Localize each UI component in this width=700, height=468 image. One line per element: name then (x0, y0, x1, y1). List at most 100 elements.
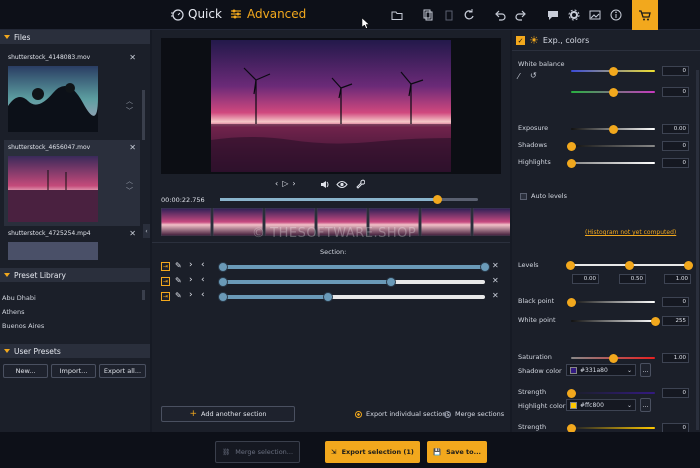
redo-icon[interactable] (514, 8, 528, 22)
wrench-icon[interactable] (355, 179, 365, 189)
strength1-slider[interactable] (567, 388, 655, 398)
file-item-selected[interactable]: shutterstock_4656047.mov ✕ ︿ ﹀ (4, 140, 140, 226)
slider-handle[interactable] (609, 124, 618, 134)
chat-icon[interactable] (546, 8, 560, 22)
shadow-color-more-button[interactable]: ... (640, 363, 651, 377)
chevron-down-icon[interactable]: ﹀ (126, 186, 133, 196)
white-point-value[interactable]: 255 (662, 316, 689, 326)
advanced-mode-tab[interactable]: Advanced (229, 7, 306, 21)
filmstrip-frame[interactable] (472, 208, 510, 236)
highlights-value[interactable]: 0 (662, 158, 689, 168)
black-point-value[interactable]: 0 (662, 297, 689, 307)
white-point-slider[interactable] (571, 316, 660, 326)
import-preset-button[interactable]: Import... (51, 364, 96, 378)
auto-levels-checkbox[interactable]: Auto levels (520, 192, 567, 200)
chevron-right-icon[interactable]: › (189, 290, 193, 300)
folder-icon[interactable] (390, 8, 404, 22)
timeline-handle[interactable] (432, 195, 442, 204)
undo-icon[interactable] (493, 8, 507, 22)
wb1-slider[interactable] (571, 66, 655, 76)
wb2-value[interactable]: 0 (662, 87, 689, 97)
chevron-left-icon[interactable]: ‹ (201, 275, 205, 285)
slider-handle[interactable] (567, 158, 576, 168)
image-icon[interactable] (588, 8, 602, 22)
levels-mid-handle[interactable] (625, 260, 634, 270)
export-all-button[interactable]: Export all... (99, 364, 146, 378)
section-start-handle[interactable] (218, 277, 228, 287)
strength2-slider[interactable] (567, 423, 655, 433)
preset-item[interactable]: Athens (2, 308, 25, 316)
levels-input-low[interactable]: 0.00 (572, 274, 599, 284)
black-point-slider[interactable] (567, 297, 655, 307)
quick-mode-tab[interactable]: Quick (170, 7, 222, 21)
wb1-value[interactable]: 0 (662, 66, 689, 76)
slider-handle[interactable] (609, 66, 618, 76)
close-icon[interactable]: ✕ (492, 291, 499, 300)
slider-handle[interactable] (567, 141, 576, 151)
highlight-color-more-button[interactable]: ... (640, 398, 651, 412)
cart-button[interactable] (632, 0, 658, 30)
shadows-value[interactable]: 0 (662, 141, 689, 151)
section-end-handle[interactable] (385, 277, 396, 287)
chevron-left-icon[interactable]: ‹ (201, 290, 205, 300)
pencil-icon[interactable]: ✎ (175, 261, 182, 270)
levels-input-high[interactable]: 1.00 (664, 274, 691, 284)
shadows-slider[interactable] (567, 141, 655, 151)
levels-input-mid[interactable]: 0.50 (619, 274, 646, 284)
filmstrip-frame[interactable] (161, 208, 212, 236)
slider-handle[interactable] (651, 316, 660, 326)
merge-selection-button[interactable]: ⛓ Merge selection... (215, 441, 300, 463)
scrollbar[interactable] (142, 90, 145, 140)
reset-icon[interactable] (462, 8, 476, 22)
preset-item[interactable]: Abu Dhabi (2, 294, 36, 302)
file-item[interactable]: shutterstock_4148083.mov ✕ ︿ ﹀ (4, 50, 140, 136)
volume-icon[interactable] (320, 180, 330, 189)
strength1-value[interactable]: 0 (662, 388, 689, 398)
chevron-left-icon[interactable]: ‹ (201, 260, 205, 270)
slider-handle[interactable] (609, 353, 618, 363)
filmstrip-frame[interactable] (420, 208, 472, 236)
section-range-slider[interactable] (218, 262, 490, 272)
add-section-button[interactable]: + Add another section (161, 406, 295, 422)
slider-handle[interactable] (609, 87, 618, 97)
scrollbar[interactable] (696, 70, 699, 430)
levels-black-handle[interactable] (566, 260, 575, 270)
saturation-value[interactable]: 1.00 (662, 353, 689, 363)
exp-colors-header[interactable]: ✓ ☀ Exp., colors (516, 34, 589, 47)
section-end-handle[interactable] (322, 292, 333, 302)
save-to-button[interactable]: 💾 Save to... (427, 441, 487, 463)
chevron-down-icon[interactable]: ﹀ (126, 106, 133, 116)
wb2-slider[interactable] (571, 87, 655, 97)
close-icon[interactable]: ✕ (129, 53, 136, 62)
gear-icon[interactable] (567, 8, 581, 22)
section-export-checkbox[interactable]: ⇥ (161, 277, 170, 286)
section-range-slider[interactable] (218, 292, 485, 302)
preset-library-header[interactable]: Preset Library (0, 268, 150, 282)
levels-white-handle[interactable] (684, 260, 693, 270)
collapse-panel-button[interactable]: ‹ (143, 224, 150, 238)
section-export-checkbox[interactable]: ⇥ (161, 262, 170, 271)
exposure-value[interactable]: 0.00 (662, 124, 689, 134)
export-selection-button[interactable]: ⇲ Export selection (1) (325, 441, 420, 463)
preset-item[interactable]: Buenos Aires (2, 322, 44, 330)
section-export-checkbox[interactable]: ⇥ (161, 292, 170, 301)
new-preset-button[interactable]: New... (3, 364, 48, 378)
merge-sections-radio[interactable]: Merge sections (444, 410, 504, 418)
eye-icon[interactable] (336, 180, 348, 189)
chevron-up-icon[interactable]: ︿ (126, 176, 133, 186)
checkbox-checked-icon[interactable]: ✓ (516, 36, 525, 45)
section-start-handle[interactable] (218, 262, 228, 272)
chevron-right-icon[interactable]: › (189, 260, 193, 270)
chevron-right-icon[interactable]: › (189, 275, 193, 285)
previous-frame-icon[interactable]: ‹ (275, 179, 278, 188)
trash-icon[interactable] (442, 8, 456, 22)
chevron-up-icon[interactable]: ︿ (126, 96, 133, 106)
saturation-slider[interactable] (571, 353, 655, 363)
exposure-slider[interactable] (571, 124, 655, 134)
highlight-color-picker[interactable]: #ffc800 ⌄ (566, 399, 636, 411)
histogram-link[interactable]: (Histogram not yet computed) (585, 229, 676, 236)
scrollbar[interactable] (142, 290, 145, 300)
timeline-scrubber[interactable] (220, 195, 478, 204)
highlights-slider[interactable] (567, 158, 655, 168)
export-individual-radio[interactable]: Export individual sections (355, 410, 450, 418)
